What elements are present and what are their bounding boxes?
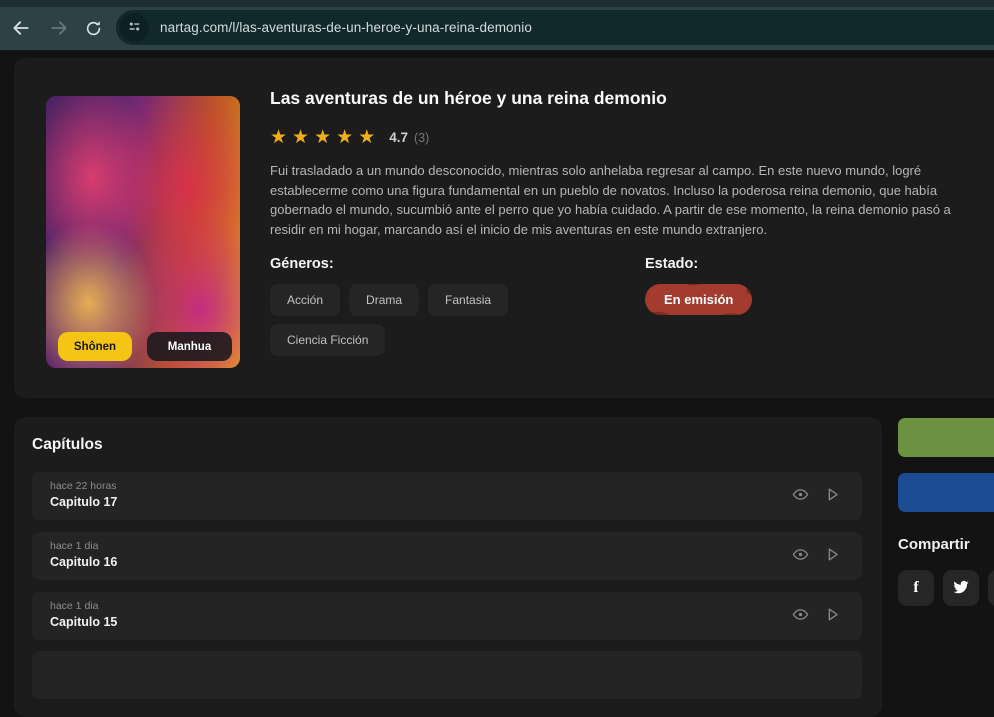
mark-read-button[interactable] <box>792 606 809 626</box>
window-top-strip <box>0 0 994 7</box>
primary-action-button-green[interactable] <box>898 418 994 457</box>
back-button[interactable] <box>8 15 34 41</box>
primary-action-button-blue[interactable] <box>898 473 994 512</box>
genre-chip[interactable]: Drama <box>349 284 419 316</box>
genre-chip-list: Acción Drama Fantasia Ciencia Ficción <box>270 284 570 356</box>
cover-badge-manhua[interactable]: Manhua <box>147 332 232 361</box>
chapter-title: Capitulo 17 <box>50 495 117 509</box>
genre-chip[interactable]: Fantasia <box>428 284 508 316</box>
chapter-time: hace 22 horas <box>50 480 117 492</box>
share-twitter-button[interactable] <box>943 570 979 606</box>
chapter-time: hace 1 dia <box>50 600 98 612</box>
status-badge: En emisión <box>645 284 752 315</box>
chapter-time: hace 1 dia <box>50 540 98 552</box>
eye-icon <box>792 486 809 506</box>
genre-chip[interactable]: Ciencia Ficción <box>270 324 385 356</box>
rating-score: 4.7 <box>389 130 408 145</box>
facebook-icon: f <box>913 579 918 597</box>
play-icon <box>824 546 841 566</box>
browser-toolbar: nartag.com/l/las-aventuras-de-un-heroe-y… <box>0 0 994 50</box>
mark-read-button[interactable] <box>792 486 809 506</box>
site-settings-button[interactable] <box>120 13 149 42</box>
eye-icon <box>792 606 809 626</box>
chapter-actions <box>792 532 841 580</box>
chapter-title: Capitulo 16 <box>50 555 117 569</box>
eye-icon <box>792 546 809 566</box>
star-icon: ★ <box>314 128 332 147</box>
chapters-panel: Capítulos hace 22 horas Capitulo 17 hace… <box>14 417 882 717</box>
series-description: Fui trasladado a un mundo desconocido, m… <box>270 161 964 239</box>
play-icon <box>824 606 841 626</box>
reload-button[interactable] <box>80 15 106 41</box>
star-icon: ★ <box>292 128 310 147</box>
genres-label: Géneros: <box>270 256 334 272</box>
status-label: Estado: <box>645 256 698 272</box>
share-facebook-button[interactable]: f <box>898 570 934 606</box>
share-label: Compartir <box>898 536 970 553</box>
rating-count: (3) <box>414 131 429 145</box>
star-icon: ★ <box>270 128 288 147</box>
address-bar[interactable]: nartag.com/l/las-aventuras-de-un-heroe-y… <box>116 10 994 45</box>
cover-image: Shônen Manhua <box>46 96 240 368</box>
chapter-title: Capitulo 15 <box>50 615 117 629</box>
play-chapter-button[interactable] <box>824 546 841 566</box>
chapter-row[interactable]: hace 1 dia Capitulo 15 <box>32 592 862 640</box>
arrow-left-icon <box>11 18 31 38</box>
url-text: nartag.com/l/las-aventuras-de-un-heroe-y… <box>160 20 532 35</box>
play-chapter-button[interactable] <box>824 606 841 626</box>
reload-icon <box>84 19 103 38</box>
share-more-button[interactable] <box>988 570 994 606</box>
chapter-row-partial[interactable] <box>32 651 862 699</box>
star-icon: ★ <box>358 128 376 147</box>
page-title: Las aventuras de un héroe y una reina de… <box>270 88 667 109</box>
mark-read-button[interactable] <box>792 546 809 566</box>
forward-button[interactable] <box>46 15 72 41</box>
rating: ★ ★ ★ ★ ★ 4.7 (3) <box>270 128 429 147</box>
chapter-actions <box>792 472 841 520</box>
tune-icon <box>126 18 143 38</box>
genre-chip[interactable]: Acción <box>270 284 340 316</box>
twitter-icon <box>952 578 970 599</box>
star-icon: ★ <box>336 128 354 147</box>
cover-badge-shonen[interactable]: Shônen <box>58 332 132 361</box>
play-icon <box>824 486 841 506</box>
chapter-row[interactable]: hace 22 horas Capitulo 17 <box>32 472 862 520</box>
chapter-row[interactable]: hace 1 dia Capitulo 16 <box>32 532 862 580</box>
arrow-right-icon <box>49 18 69 38</box>
chapters-heading: Capítulos <box>32 436 103 454</box>
chapter-actions <box>792 592 841 640</box>
series-info-card: Shônen Manhua Las aventuras de un héroe … <box>14 58 994 398</box>
play-chapter-button[interactable] <box>824 486 841 506</box>
